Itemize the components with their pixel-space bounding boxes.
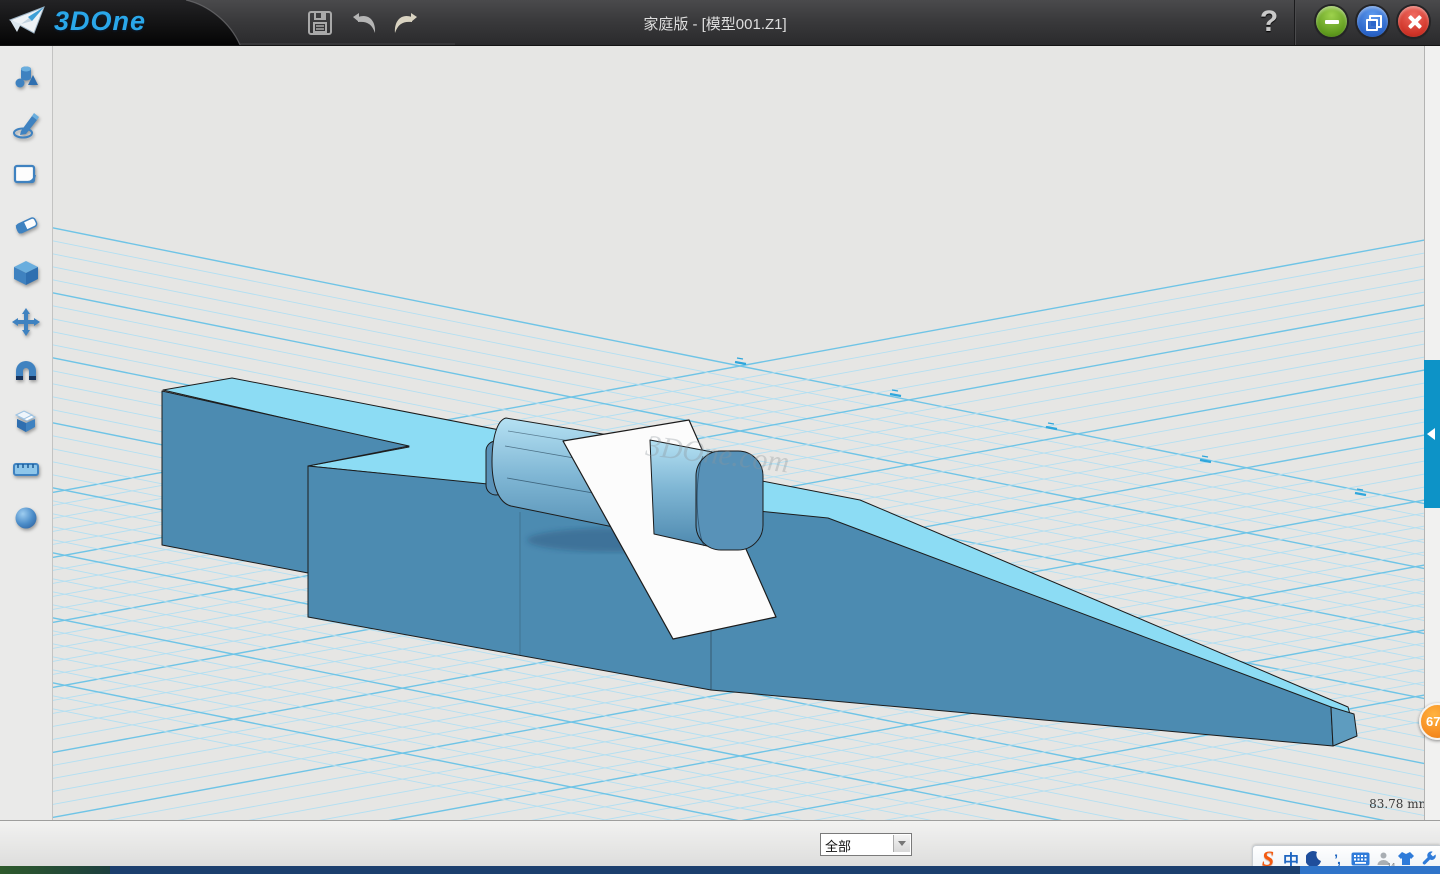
wrench-icon (1422, 851, 1437, 866)
sidebar-item-transform-move[interactable] (6, 302, 46, 342)
sketch-modify-icon (11, 209, 41, 239)
panel-expander-tab[interactable] (1424, 360, 1440, 508)
filter-dropdown[interactable]: 全部 (820, 833, 912, 856)
sketch-draw-icon (11, 111, 41, 141)
solid-primitives-icon (11, 62, 41, 92)
paper-plane-icon (8, 5, 48, 37)
sidebar-item-render[interactable] (6, 498, 46, 538)
taskbar-segment (1300, 866, 1440, 874)
sidebar-item-sketch-modify[interactable] (6, 204, 46, 244)
tshirt-icon (1397, 851, 1415, 866)
bottom-toolbar (0, 820, 1440, 867)
render-sphere-icon (11, 503, 41, 533)
sidebar-item-feature-solid[interactable] (6, 253, 46, 293)
redo-icon (391, 9, 421, 37)
moon-icon (1306, 851, 1322, 867)
save-icon (307, 10, 333, 36)
sidebar-item-sketch-edit[interactable] (6, 155, 46, 195)
sidebar-item-sketch-draw[interactable] (6, 106, 46, 146)
minimize-button[interactable] (1316, 6, 1347, 37)
assembly-magnet-icon (11, 356, 41, 386)
measure-ruler-icon (11, 454, 41, 484)
minimize-icon (1325, 20, 1339, 24)
app-name: 3DOne (54, 6, 146, 37)
save-button[interactable] (303, 6, 337, 40)
transform-move-icon (11, 307, 41, 337)
close-icon (1407, 15, 1421, 29)
dropdown-arrow-button[interactable] (893, 835, 910, 852)
sidebar-item-assembly[interactable] (6, 351, 46, 391)
model-viewport[interactable] (52, 45, 1424, 820)
chevron-left-icon (1427, 428, 1435, 440)
help-button[interactable]: ? (1252, 2, 1286, 42)
tool-sidebar (0, 45, 53, 820)
chevron-down-icon (898, 841, 906, 846)
close-button[interactable] (1398, 6, 1429, 37)
redo-button[interactable] (389, 6, 423, 40)
scale-readout: 83.78 mm (1330, 797, 1430, 811)
sketch-edit-icon (11, 160, 41, 190)
sidebar-item-measure[interactable] (6, 449, 46, 489)
sidebar-item-solid-primitives[interactable] (6, 57, 46, 97)
feature-cube-icon (11, 258, 41, 288)
window-title: 家庭版 - [模型001.Z1] (643, 13, 786, 34)
sidebar-item-special-feature[interactable] (6, 400, 46, 440)
undo-button[interactable] (347, 6, 381, 40)
os-taskbar-edge (0, 866, 1440, 874)
special-feature-box-icon (11, 405, 41, 435)
app-logo: 3DOne (8, 5, 146, 37)
titlebar-separator (1294, 0, 1295, 45)
restore-button[interactable] (1357, 6, 1388, 37)
restore-icon (1366, 15, 1379, 28)
keyboard-icon (1351, 852, 1370, 866)
filter-dropdown-value: 全部 (825, 836, 851, 855)
taskbar-segment (0, 866, 110, 874)
title-bar: 3DOne 家庭版 - [模型001.Z1] ? (0, 0, 1440, 46)
undo-icon (349, 9, 379, 37)
